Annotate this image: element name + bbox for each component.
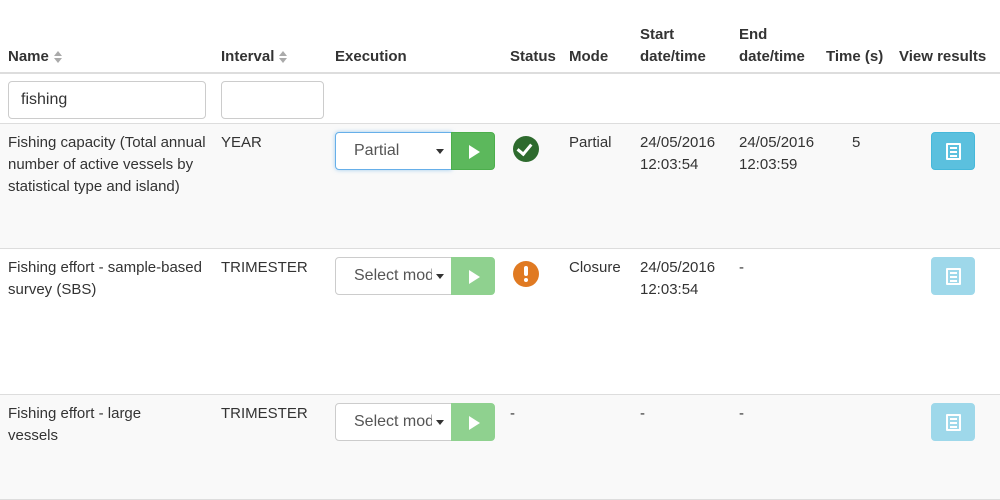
header-time: Time (s) [826,48,884,65]
play-icon [469,416,480,430]
document-icon [946,143,961,160]
execution-control: Select mode [335,403,495,441]
row-end: 24/05/2016 12:03:59 [739,134,815,173]
caret-down-icon [436,149,444,154]
execution-control: Select mode [335,257,495,295]
header-name[interactable]: Name [8,46,208,68]
row-start: 24/05/2016 12:03:54 [640,259,716,298]
header-status: Status [510,48,556,65]
row-mode: Partial [569,134,612,151]
view-results-button[interactable] [931,132,975,170]
row-interval: TRIMESTER [221,405,308,422]
success-check-icon [513,136,539,162]
table-row: Fishing capacity (Total annual number of… [0,124,1000,249]
table-row: Fishing effort - large vessels TRIMESTER… [0,395,1000,500]
table-row: Fishing effort - sample-based survey (SB… [0,249,1000,395]
interval-filter-input[interactable] [221,81,324,119]
row-mode: Closure [569,259,621,276]
row-start: 24/05/2016 12:03:54 [640,134,716,173]
header-end: End date/time [739,26,805,65]
caret-down-icon [436,274,444,279]
row-end: - [739,259,744,276]
row-start: - [640,405,645,422]
name-filter-input[interactable] [8,81,206,119]
view-results-button[interactable] [931,403,975,441]
row-interval: YEAR [221,134,262,151]
sort-icon[interactable] [53,51,62,64]
play-icon [469,145,480,159]
warning-icon [513,261,539,287]
execution-control: Partial [335,132,495,170]
header-interval[interactable]: Interval [221,46,326,68]
row-time: 5 [852,134,861,151]
run-button[interactable] [451,257,495,295]
run-button[interactable] [451,132,495,170]
view-results-button[interactable] [931,257,975,295]
header-execution: Execution [335,48,407,65]
execution-mode-select[interactable]: Select mode [335,257,452,295]
header-view-results: View results [899,48,987,65]
filter-row [0,76,1000,124]
document-icon [946,268,961,285]
row-name: Fishing capacity (Total annual number of… [8,134,206,195]
execution-mode-select[interactable]: Partial [335,132,452,170]
header-start: Start date/time [640,26,706,65]
document-icon [946,414,961,431]
header-mode: Mode [569,48,609,65]
caret-down-icon [436,420,444,425]
row-end: - [739,405,744,422]
row-name: Fishing effort - large vessels [8,405,142,444]
row-name: Fishing effort - sample-based survey (SB… [8,259,202,298]
row-interval: TRIMESTER [221,259,308,276]
execution-mode-select[interactable]: Select mode [335,403,452,441]
sort-icon[interactable] [279,51,288,64]
row-status: - [510,405,515,422]
table-header: Name Interval Execution Status Mode Star… [0,0,1000,74]
run-button[interactable] [451,403,495,441]
play-icon [469,270,480,284]
